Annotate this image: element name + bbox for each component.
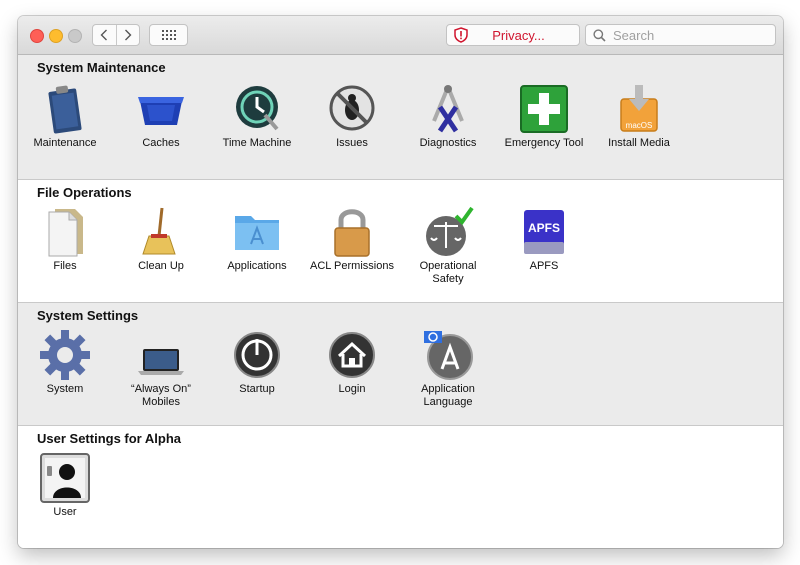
pref-clean-up[interactable]: Clean Up [116,206,206,273]
item-label: Startup [239,383,275,395]
item-label: Diagnostics [419,137,477,149]
pref-apfs[interactable]: APFS APFS [499,206,589,273]
section-user-settings: User Settings for Alpha User [18,426,783,548]
pref-caches[interactable]: Caches [116,83,206,150]
item-label: Files [53,260,77,272]
item-label: Emergency Tool [504,137,584,149]
apfs-drive-icon: APFS [524,210,564,254]
section-system-settings: System Settings System “Always On” Mobil… [18,303,783,425]
laptop-icon [138,349,184,375]
install-badge-text: macOS [626,121,653,130]
item-label: Issues [336,137,368,149]
pref-maintenance[interactable]: Maintenance [20,83,110,150]
show-all-button[interactable] [149,24,188,46]
item-label: System [46,383,84,395]
clipboard-icon [48,85,82,134]
search-input[interactable] [611,26,775,44]
pref-files[interactable]: Files [20,206,110,273]
item-label: Clean Up [138,260,184,272]
search-field[interactable] [585,24,776,46]
item-label: ACL Permissions [310,260,394,272]
apfs-badge-text: APFS [528,221,560,235]
toolbar: Privacy... [18,16,783,55]
pref-time-machine[interactable]: Time Machine [212,83,302,150]
pref-operational-safety[interactable]: Operational Safety [403,206,493,286]
applications-folder-icon [235,216,279,250]
bug-icon [329,85,375,131]
back-button[interactable] [93,25,116,45]
pref-user[interactable]: User [20,452,110,519]
pref-application-language[interactable]: Application Language [403,329,493,409]
minimize-window-button[interactable] [49,29,63,43]
item-label: Application Language [421,383,475,408]
item-label: Install Media [608,137,670,149]
item-label: Login [338,383,366,395]
item-label: Applications [227,260,287,272]
item-label: Maintenance [33,137,97,149]
pref-diagnostics[interactable]: Diagnostics [403,83,493,150]
pref-login[interactable]: Login [307,329,397,396]
install-disk-icon: macOS [620,85,658,132]
item-label: “Always On” Mobiles [131,383,191,408]
time-machine-icon [236,86,279,131]
first-aid-icon [520,85,568,133]
pref-emergency-tool[interactable]: Emergency Tool [499,83,589,150]
home-icon [329,332,375,378]
close-window-button[interactable] [30,29,44,43]
item-label: Time Machine [222,137,292,149]
zoom-window-button[interactable] [68,29,82,43]
section-title: User Settings for Alpha [37,431,181,446]
search-icon [593,28,606,42]
privacy-button[interactable]: Privacy... [446,24,580,46]
pref-acl-permissions[interactable]: ACL Permissions [307,206,397,273]
privacy-label: Privacy... [492,27,545,43]
bin-icon [138,97,184,125]
forward-button[interactable] [115,25,140,45]
pref-issues[interactable]: Issues [307,83,397,150]
pref-always-on-mobiles[interactable]: “Always On” Mobiles [116,329,206,409]
item-label: Operational Safety [419,260,477,285]
chevron-left-icon [100,29,108,41]
user-silhouette-icon [40,453,90,503]
gear-icon [40,330,90,380]
broom-icon [142,207,176,255]
pref-applications[interactable]: Applications [212,206,302,273]
item-label: User [53,506,77,518]
app-store-icon [424,331,473,380]
section-title: System Maintenance [37,60,166,75]
chevron-right-icon [124,29,132,41]
app-window: Privacy... System Maintenance Maintenanc… [18,16,783,548]
pref-startup[interactable]: Startup [212,329,302,396]
padlock-icon [334,209,370,257]
section-title: File Operations [37,185,132,200]
pref-system[interactable]: System [20,329,110,396]
shield-alert-icon [454,27,468,43]
document-icon [48,209,83,257]
grid-icon [161,30,176,40]
section-file-operations: File Operations Files Clean Up Applicati… [18,180,783,302]
item-label: APFS [529,260,559,272]
section-title: System Settings [37,308,139,323]
section-system-maintenance: System Maintenance Maintenance Caches Ti… [18,55,783,179]
item-label: Caches [142,137,180,149]
navigation-buttons [92,24,140,46]
scales-icon [426,206,474,256]
pref-install-media[interactable]: macOS Install Media [594,83,684,150]
caliper-icon [432,85,464,133]
power-icon [234,332,280,378]
